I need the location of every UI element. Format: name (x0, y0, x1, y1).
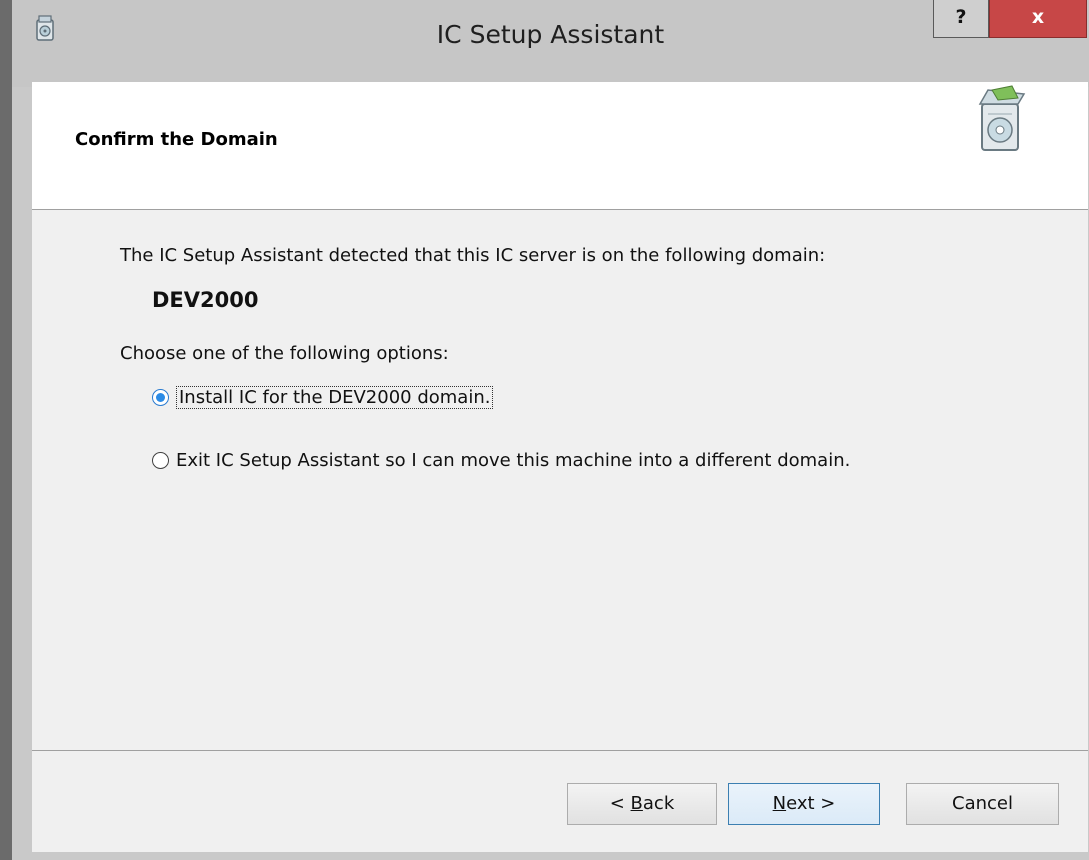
title-bar[interactable]: IC Setup Assistant ? x (12, 0, 1089, 87)
option-label[interactable]: Exit IC Setup Assistant so I can move th… (176, 450, 850, 471)
back-mnemonic: B (630, 793, 643, 814)
cancel-button[interactable]: Cancel (906, 783, 1059, 825)
window-border (0, 0, 12, 860)
domain-name: DEV2000 (152, 288, 259, 312)
wizard-body: The IC Setup Assistant detected that thi… (32, 210, 1088, 750)
close-button[interactable]: x (989, 0, 1087, 38)
radio-unselected-icon[interactable] (152, 452, 169, 469)
radio-selected-icon[interactable] (152, 389, 169, 406)
window-title: IC Setup Assistant (436, 20, 665, 49)
setup-window: IC Setup Assistant ? x Confirm the Domai… (0, 0, 1089, 860)
wizard-header: Confirm the Domain (32, 82, 1088, 210)
back-button[interactable]: < Back (567, 783, 717, 825)
next-mnemonic: N (772, 793, 787, 814)
option-label[interactable]: Install IC for the DEV2000 domain. (176, 386, 494, 409)
wizard-footer: < Back Next > Cancel (32, 750, 1088, 860)
back-prefix: < (609, 793, 631, 814)
intro-text: The IC Setup Assistant detected that thi… (120, 245, 826, 266)
page-title: Confirm the Domain (75, 129, 278, 150)
radio-option-install[interactable]: Install IC for the DEV2000 domain. (152, 386, 494, 409)
next-label-rest: ext > (786, 793, 836, 814)
radio-option-exit[interactable]: Exit IC Setup Assistant so I can move th… (152, 450, 850, 471)
window-bottom-border (12, 852, 1089, 860)
choose-options-label: Choose one of the following options: (120, 343, 449, 364)
back-label-rest: ack (642, 793, 675, 814)
installer-box-icon (978, 85, 1026, 151)
next-button[interactable]: Next > (728, 783, 880, 825)
help-button[interactable]: ? (933, 0, 989, 38)
